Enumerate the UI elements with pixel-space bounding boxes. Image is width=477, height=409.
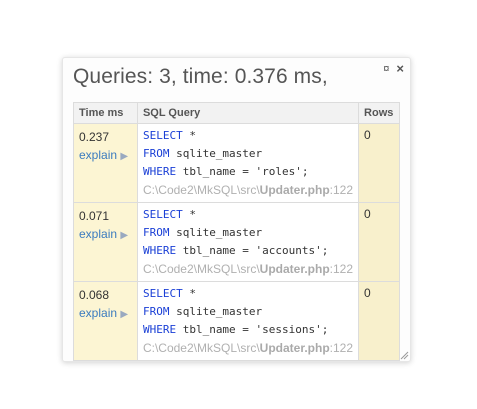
source-line: :122	[329, 183, 354, 197]
source-file: Updater.php	[259, 262, 330, 276]
sql-keyword: FROM	[142, 305, 170, 318]
sql-keyword: WHERE	[142, 165, 177, 178]
sql-cell: SELECT * FROM sqlite_master WHERE tbl_na…	[136, 123, 360, 203]
sql-line-select: SELECT *	[143, 206, 353, 224]
sql-cell: SELECT * FROM sqlite_master WHERE tbl_na…	[136, 202, 360, 282]
sql-keyword: SELECT	[142, 129, 183, 142]
sql-line-from: FROM sqlite_master	[143, 145, 353, 163]
explain-label: explain	[79, 148, 118, 162]
table-row: 0.068 explain ▶ SELECT * FROM sqlite_mas…	[73, 281, 400, 361]
rows-cell: 0	[358, 123, 400, 203]
sql-text: tbl_name = 'accounts';	[176, 244, 329, 257]
sql-line-where: WHERE tbl_name = 'sessions';	[143, 321, 353, 339]
source-path: C:\Code2\MkSQL\src\	[142, 341, 260, 355]
source-file: Updater.php	[259, 341, 330, 355]
source-path: C:\Code2\MkSQL\src\	[142, 262, 260, 276]
queries-table: Time ms SQL Query Rows 0.237 explain ▶ S…	[73, 102, 400, 361]
maximize-icon[interactable]: ¤	[383, 62, 389, 76]
source-location[interactable]: C:\Code2\MkSQL\src\Updater.php:122	[143, 260, 353, 278]
close-icon[interactable]: ×	[396, 62, 404, 76]
time-cell: 0.071 explain ▶	[73, 202, 138, 282]
sql-keyword: WHERE	[142, 323, 177, 336]
rows-cell: 0	[358, 281, 400, 361]
time-value: 0.071	[79, 209, 110, 223]
time-value: 0.237	[79, 130, 110, 144]
sql-cell: SELECT * FROM sqlite_master WHERE tbl_na…	[136, 281, 360, 361]
triangle-right-icon: ▶	[120, 309, 129, 320]
resize-handle-icon[interactable]	[400, 351, 409, 360]
table-header-row: Time ms SQL Query Rows	[73, 102, 400, 124]
table-row: 0.071 explain ▶ SELECT * FROM sqlite_mas…	[73, 202, 400, 282]
explain-label: explain	[79, 227, 118, 241]
header-rows: Rows	[358, 102, 400, 124]
sql-line-from: FROM sqlite_master	[143, 303, 353, 321]
header-sql-query: SQL Query	[136, 102, 360, 124]
sql-text: tbl_name = 'roles';	[176, 165, 309, 178]
sql-text: tbl_name = 'sessions';	[176, 323, 329, 336]
sql-text: sqlite_master	[169, 305, 263, 318]
panel-controls: ¤ ×	[383, 62, 404, 76]
sql-line-from: FROM sqlite_master	[143, 224, 353, 242]
source-file: Updater.php	[259, 183, 330, 197]
sql-keyword: FROM	[142, 147, 170, 160]
sql-keyword: FROM	[142, 226, 170, 239]
sql-line-where: WHERE tbl_name = 'roles';	[143, 163, 353, 181]
source-line: :122	[329, 341, 354, 355]
sql-keyword: WHERE	[142, 244, 177, 257]
sql-line-where: WHERE tbl_name = 'accounts';	[143, 242, 353, 260]
time-cell: 0.068 explain ▶	[73, 281, 138, 361]
explain-link[interactable]: explain ▶	[79, 225, 128, 245]
sql-keyword: SELECT	[142, 208, 183, 221]
triangle-right-icon: ▶	[120, 230, 129, 241]
source-line: :122	[329, 262, 354, 276]
sql-keyword: SELECT	[142, 287, 183, 300]
table-row: 0.237 explain ▶ SELECT * FROM sqlite_mas…	[73, 123, 400, 203]
source-location[interactable]: C:\Code2\MkSQL\src\Updater.php:122	[143, 339, 353, 357]
explain-label: explain	[79, 306, 118, 320]
explain-link[interactable]: explain ▶	[79, 304, 128, 324]
sql-text: sqlite_master	[169, 147, 263, 160]
explain-link[interactable]: explain ▶	[79, 146, 128, 166]
panel-title: Queries: 3, time: 0.376 ms,	[73, 65, 328, 88]
time-cell: 0.237 explain ▶	[73, 123, 138, 203]
sql-text: sqlite_master	[169, 226, 263, 239]
sql-text: *	[182, 129, 196, 142]
sql-text: *	[182, 208, 196, 221]
sql-line-select: SELECT *	[143, 285, 353, 303]
time-value: 0.068	[79, 288, 110, 302]
sql-text: *	[182, 287, 196, 300]
triangle-right-icon: ▶	[120, 151, 129, 162]
source-location[interactable]: C:\Code2\MkSQL\src\Updater.php:122	[143, 181, 353, 199]
queries-panel: Queries: 3, time: 0.376 ms, ¤ × Time ms …	[62, 57, 411, 362]
sql-line-select: SELECT *	[143, 127, 353, 145]
header-time: Time ms	[73, 102, 138, 124]
rows-cell: 0	[358, 202, 400, 282]
source-path: C:\Code2\MkSQL\src\	[142, 183, 260, 197]
